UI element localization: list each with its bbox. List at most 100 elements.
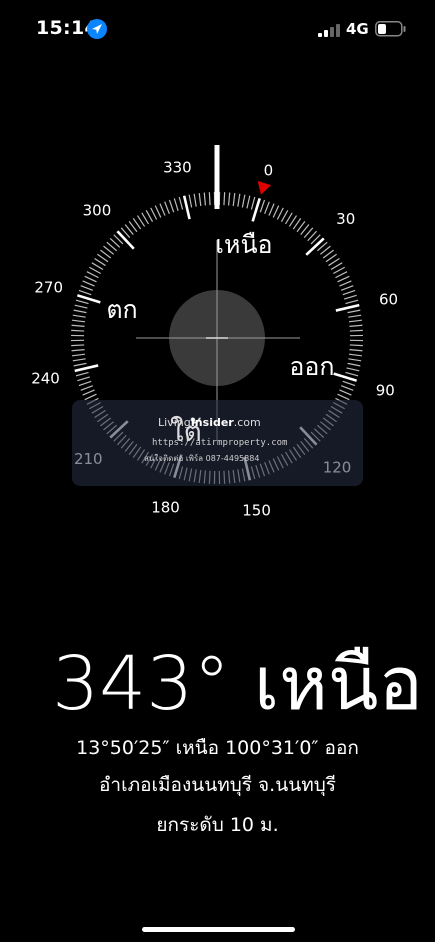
watermark-logo-bold: Insider <box>190 416 234 429</box>
heading-indicator <box>214 145 220 209</box>
dial-minor-tick <box>73 309 87 314</box>
dial-minor-tick <box>330 262 343 271</box>
dial-minor-tick <box>246 195 251 209</box>
dial-minor-tick <box>82 389 95 396</box>
dial-minor-tick <box>71 324 85 328</box>
dial-minor-tick <box>335 271 348 279</box>
dial-minor-tick <box>276 207 284 220</box>
dial-minor-tick <box>250 196 256 210</box>
watermark-logo-suffix: .com <box>233 416 261 429</box>
dial-degree-label: 30 <box>336 210 355 228</box>
dial-minor-tick <box>348 314 362 318</box>
dial-minor-tick <box>259 199 266 213</box>
dial-degree-label: 240 <box>31 370 60 388</box>
dial-minor-tick <box>198 193 202 207</box>
dial-minor-tick <box>288 215 298 227</box>
heading-readout: 343° เหนือ <box>52 641 423 727</box>
dial-minor-tick <box>349 348 363 352</box>
dial-degree-label: 330 <box>163 159 192 177</box>
watermark-logo: LivingInsider.com <box>158 416 261 429</box>
dial-minor-tick <box>150 207 158 220</box>
watermark-contact: สนใจติดต่อ เพิร์ล 087-4495884 <box>144 454 260 463</box>
dial-minor-tick <box>280 210 289 222</box>
dial-major-tick <box>335 303 360 312</box>
dial-minor-tick <box>333 266 345 275</box>
dial-minor-tick <box>178 196 184 210</box>
dial-minor-tick <box>203 192 207 206</box>
dial-minor-tick <box>73 362 87 367</box>
dial-minor-tick <box>72 314 86 318</box>
dial-degree-label: 60 <box>379 290 398 308</box>
dial-minor-tick <box>208 192 211 206</box>
dial-minor-tick <box>164 201 170 215</box>
dial-minor-tick <box>349 344 363 347</box>
dial-minor-tick <box>272 205 280 218</box>
status-bar: 15:14 4G <box>0 0 435 58</box>
dial-minor-tick <box>348 319 362 323</box>
dial-minor-tick <box>91 262 104 271</box>
dial-degree-label: 300 <box>83 201 112 219</box>
dial-minor-tick <box>72 319 86 323</box>
dial-minor-tick <box>346 367 360 372</box>
dial-minor-tick <box>328 257 340 267</box>
dial-degree-label: 90 <box>376 381 395 399</box>
dial-minor-tick <box>349 324 363 328</box>
dial-minor-tick <box>168 199 175 213</box>
dial-minor-tick <box>141 212 150 225</box>
cardinal-north: เหนือ <box>215 230 272 259</box>
dial-degree-label: 180 <box>151 498 180 516</box>
dial-minor-tick <box>347 309 361 314</box>
watermark-logo-light: Living <box>158 416 191 429</box>
dial-minor-tick <box>193 193 197 207</box>
dial-major-tick <box>305 237 325 256</box>
dial-minor-tick <box>72 353 86 357</box>
dial-minor-tick <box>136 215 146 227</box>
dial-minor-tick <box>86 271 99 279</box>
dial-minor-tick <box>223 192 226 206</box>
dial-major-tick <box>182 195 191 220</box>
dial-minor-tick <box>84 393 97 401</box>
dial-minor-tick <box>342 380 356 387</box>
dial-minor-tick <box>232 193 236 207</box>
network-type: 4G <box>346 20 369 38</box>
dial-minor-tick <box>71 348 85 352</box>
dial-minor-tick <box>237 193 241 207</box>
dial-minor-tick <box>80 285 94 291</box>
dial-major-tick <box>116 230 135 250</box>
dial-minor-tick <box>339 280 352 287</box>
cardinal-west: ตก <box>106 295 137 324</box>
home-indicator <box>142 927 295 932</box>
dial-minor-tick <box>268 203 275 216</box>
dial-minor-tick <box>188 194 193 208</box>
dial-degree-label: 150 <box>242 501 271 519</box>
dial-degree-label: 0 <box>264 162 274 180</box>
dial-minor-tick <box>145 210 154 222</box>
dial-minor-tick <box>340 285 354 291</box>
dial-minor-tick <box>82 280 95 287</box>
dial-minor-tick <box>241 194 246 208</box>
location-readout: อำเภอเมืองนนทบุรี จ.นนทบุรี <box>99 774 336 796</box>
dial-minor-tick <box>349 329 363 332</box>
dial-minor-tick <box>264 201 270 215</box>
dial-minor-tick <box>284 212 293 225</box>
dial-minor-tick <box>75 299 89 305</box>
dial-minor-tick <box>337 275 350 283</box>
dial-minor-tick <box>340 385 354 391</box>
dial-minor-tick <box>94 257 106 267</box>
dial-minor-tick <box>89 266 101 275</box>
dial-minor-tick <box>159 203 166 216</box>
dial-minor-tick <box>227 192 231 206</box>
dial-degree-label: 270 <box>34 279 63 297</box>
watermark-overlay: ใต้ LivingInsider.com https://atirmprope… <box>72 400 363 486</box>
dial-minor-tick <box>345 299 359 305</box>
dial-minor-tick <box>339 389 352 396</box>
dial-minor-tick <box>348 358 362 362</box>
dial-minor-tick <box>75 371 89 377</box>
dial-minor-tick <box>173 198 179 211</box>
dial-minor-tick <box>347 362 361 367</box>
dial-minor-tick <box>72 358 86 362</box>
dial-minor-tick <box>74 304 88 309</box>
dial-minor-tick <box>77 376 90 382</box>
dial-minor-tick <box>80 385 94 391</box>
location-arrow-icon <box>87 19 107 39</box>
